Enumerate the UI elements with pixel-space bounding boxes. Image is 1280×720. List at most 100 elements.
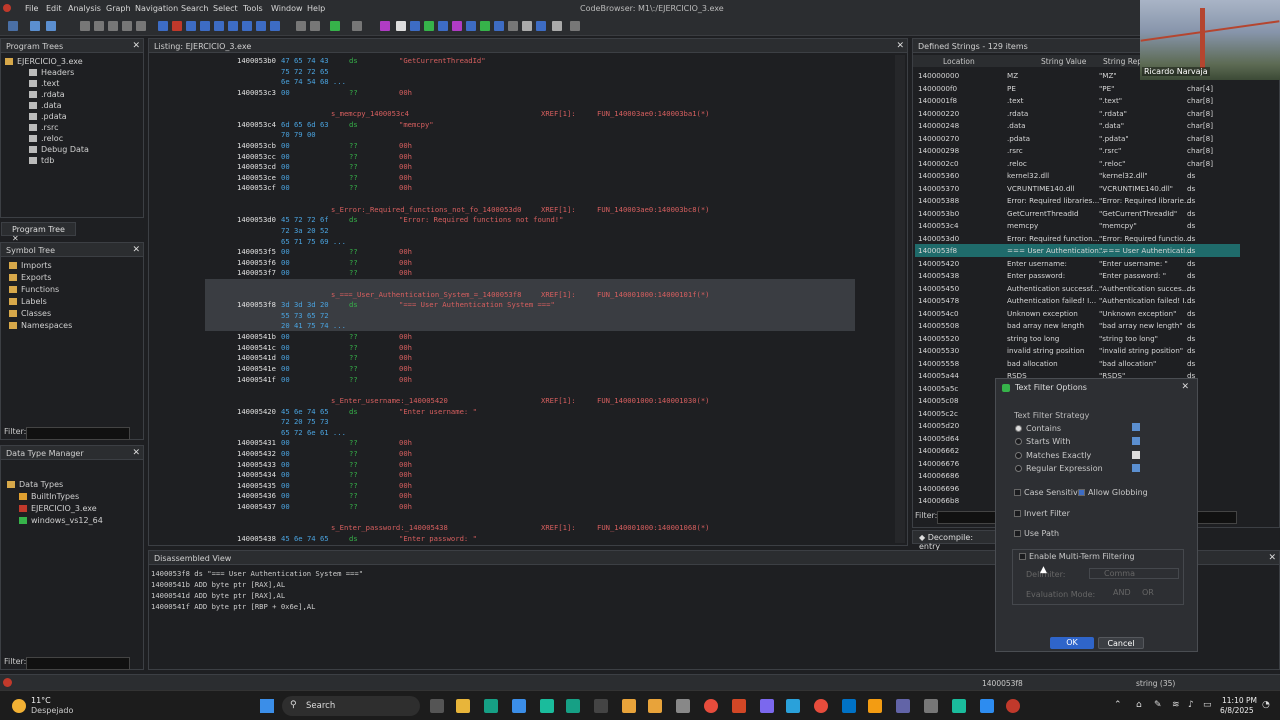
listing-operand[interactable]: "memcpy" — [399, 120, 434, 129]
listing-bytes[interactable]: 65 72 6e 61 ... — [281, 428, 346, 437]
disasm-line[interactable]: 14000541d ADD byte ptr [RAX],AL — [151, 591, 285, 600]
listing-mnemonic[interactable]: ?? — [349, 364, 358, 373]
listing-icon[interactable] — [438, 21, 448, 31]
listing-mnemonic[interactable]: ds — [349, 56, 358, 65]
memory-icon[interactable] — [522, 21, 532, 31]
table-row[interactable]: 140000270 .pdata ".pdata" char[8] — [915, 132, 1240, 145]
tree-item[interactable]: Functions — [9, 285, 59, 294]
listing-address[interactable]: 14000541f — [237, 375, 276, 384]
table-row[interactable]: 1400001f8 .text ".text" char[8] — [915, 94, 1240, 107]
listing-mnemonic[interactable]: ds — [349, 300, 358, 309]
menu-edit[interactable]: Edit — [46, 4, 62, 13]
listing-mnemonic[interactable]: ?? — [349, 332, 358, 341]
volume-icon[interactable]: ♪ — [1188, 700, 1194, 710]
data-icon[interactable] — [200, 21, 210, 31]
listing-xref[interactable]: XREF[1]: — [541, 523, 576, 532]
listing-mnemonic[interactable]: ?? — [349, 343, 358, 352]
listing-bytes[interactable]: 45 6e 74 65 — [281, 407, 329, 416]
taskbar-search[interactable]: ⚲ Search — [282, 696, 420, 716]
table-row[interactable]: 1400054c0 Unknown exception "Unknown excep… — [915, 307, 1240, 320]
close-icon[interactable]: ✕ — [132, 41, 140, 51]
decompile-icon[interactable] — [466, 21, 476, 31]
download-icon[interactable] — [158, 21, 168, 31]
listing-mnemonic[interactable]: ?? — [349, 258, 358, 267]
listing-bytes[interactable]: 00 — [281, 438, 290, 447]
dtm-filter-input[interactable] — [26, 657, 130, 670]
listing-operand[interactable]: 00h — [399, 141, 412, 150]
listing-operand[interactable]: "=== User Authentication System ===" — [399, 300, 555, 309]
listing-address[interactable]: 14000541d — [237, 353, 276, 362]
zoom-icon[interactable] — [980, 699, 994, 713]
listing-mnemonic[interactable]: ?? — [349, 438, 358, 447]
edge-icon[interactable] — [512, 699, 526, 713]
listing-address[interactable]: 140005433 — [237, 460, 276, 469]
listing-mnemonic[interactable]: ?? — [349, 491, 358, 500]
help-icon[interactable] — [1132, 464, 1140, 472]
listing-address[interactable]: 1400053cb — [237, 141, 276, 150]
cancel-button[interactable]: Cancel — [1098, 637, 1144, 649]
file-explorer-icon[interactable] — [456, 699, 470, 713]
table-row[interactable]: 1400000f0 PE "PE" char[4] — [915, 82, 1240, 95]
table-row[interactable]: 140005370 VCRUNTIME140.dll "VCRUNTIME140.d… — [915, 182, 1240, 195]
multi-term-checkbox[interactable] — [1019, 553, 1026, 560]
nav-icon-4[interactable] — [122, 21, 132, 31]
listing-operand[interactable]: 00h — [399, 438, 412, 447]
listing-mnemonic[interactable]: ?? — [349, 88, 358, 97]
listing-operand[interactable]: 00h — [399, 183, 412, 192]
powerpoint-icon[interactable] — [732, 699, 746, 713]
listing-address[interactable]: 1400053c3 — [237, 88, 276, 97]
close-icon[interactable]: ✕ — [1268, 553, 1276, 563]
listing-operand[interactable]: 00h — [399, 502, 412, 511]
app-icon[interactable] — [676, 699, 690, 713]
table-row[interactable]: 1400053b0 GetCurrentThreadId "GetCurrentTh… — [915, 207, 1240, 220]
pen-icon[interactable]: ✎ — [1154, 700, 1162, 710]
nav-icon[interactable] — [80, 21, 90, 31]
listing-bytes[interactable]: 00 — [281, 481, 290, 490]
listing-label[interactable]: s_===_User_Authentication_System_=_14000… — [331, 290, 521, 299]
tree-item[interactable]: .text — [29, 79, 59, 88]
menu-tools[interactable]: Tools — [243, 4, 263, 13]
tree-item[interactable]: Headers — [29, 68, 74, 77]
listing-mnemonic[interactable]: ds — [349, 407, 358, 416]
radio-contains[interactable] — [1015, 425, 1022, 432]
listing-mnemonic[interactable]: ?? — [349, 268, 358, 277]
tool-icon[interactable] — [296, 21, 306, 31]
table-row[interactable]: 140000220 .rdata ".rdata" char[8] — [915, 107, 1240, 120]
listing-operand[interactable]: 00h — [399, 258, 412, 267]
table-row[interactable]: 140005530 invalid string position "invalid… — [915, 344, 1240, 357]
listing-address[interactable]: 1400053cd — [237, 162, 276, 171]
listing-bytes[interactable]: 00 — [281, 247, 290, 256]
listing-bytes[interactable]: 00 — [281, 183, 290, 192]
wifi-icon[interactable]: ≋ — [1172, 700, 1180, 710]
listing-bytes[interactable]: 00 — [281, 173, 290, 182]
listing-operand[interactable]: 00h — [399, 364, 412, 373]
listing-address[interactable]: 1400053b0 — [237, 56, 276, 65]
clock-time[interactable]: 11:10 PM — [1222, 696, 1257, 705]
listing-mnemonic[interactable]: ?? — [349, 141, 358, 150]
ok-button[interactable]: OK — [1050, 637, 1094, 649]
listing-bytes[interactable]: 00 — [281, 353, 290, 362]
listing-bytes[interactable]: 72 20 75 73 — [281, 417, 329, 426]
menu-search[interactable]: Search — [181, 4, 208, 13]
listing-address[interactable]: 140005420 — [237, 407, 276, 416]
listing-mnemonic[interactable]: ?? — [349, 183, 358, 192]
listing-bytes[interactable]: 00 — [281, 491, 290, 500]
script-icon[interactable] — [380, 21, 390, 31]
menu-analysis[interactable]: Analysis — [68, 4, 101, 13]
tree-item[interactable]: .rdata — [29, 90, 65, 99]
listing-mnemonic[interactable]: ?? — [349, 152, 358, 161]
listing-bytes[interactable]: 00 — [281, 141, 290, 150]
debug-icon[interactable] — [494, 21, 504, 31]
listing-mnemonic[interactable]: ?? — [349, 247, 358, 256]
help-icon[interactable] — [1132, 437, 1140, 445]
listing-address[interactable]: 140005437 — [237, 502, 276, 511]
listing-label[interactable]: s_Enter_password:_140005438 — [331, 523, 448, 532]
listing-operand[interactable]: 00h — [399, 173, 412, 182]
listing-operand[interactable]: 00h — [399, 88, 412, 97]
listing-bytes[interactable]: 00 — [281, 258, 290, 267]
table-row[interactable]: 1400002c0 .reloc ".reloc" char[8] — [915, 157, 1240, 170]
window-icon[interactable] — [396, 21, 406, 31]
listing-label[interactable]: s_Enter_username:_140005420 — [331, 396, 448, 405]
listing-mnemonic[interactable]: ?? — [349, 353, 358, 362]
undefined-icon[interactable] — [242, 21, 252, 31]
